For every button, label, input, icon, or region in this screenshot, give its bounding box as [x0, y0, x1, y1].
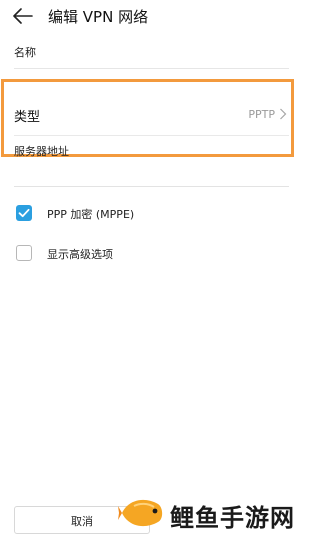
- checkbox-unchecked[interactable]: [16, 245, 32, 261]
- app-bar: 编辑 VPN 网络: [0, 0, 300, 34]
- server-address-label[interactable]: 服务器地址: [14, 143, 69, 159]
- back-arrow-icon[interactable]: [13, 8, 33, 24]
- checkmark-icon: [18, 208, 30, 218]
- name-field-input[interactable]: [14, 68, 289, 69]
- watermark-text: 鲤鱼手游网: [170, 504, 295, 532]
- watermark: 鲤鱼手游网: [114, 488, 300, 537]
- type-value: PPTP: [248, 108, 275, 121]
- page-title: 编辑 VPN 网络: [48, 8, 149, 26]
- type-label: 类型: [14, 110, 41, 125]
- show-advanced-label: 显示高级选项: [47, 248, 113, 261]
- divider: [14, 135, 289, 136]
- mppe-encryption-option[interactable]: PPP 加密 (MPPE): [16, 204, 286, 224]
- chevron-right-icon: [280, 108, 287, 120]
- name-field-label: 名称: [14, 46, 36, 59]
- type-selector-row[interactable]: 类型 PPTP: [14, 100, 289, 130]
- show-advanced-option[interactable]: 显示高级选项: [16, 244, 286, 264]
- fish-logo-icon: [118, 499, 163, 527]
- checkbox-checked[interactable]: [16, 205, 32, 221]
- divider: [14, 186, 289, 187]
- mppe-encryption-label: PPP 加密 (MPPE): [47, 208, 135, 221]
